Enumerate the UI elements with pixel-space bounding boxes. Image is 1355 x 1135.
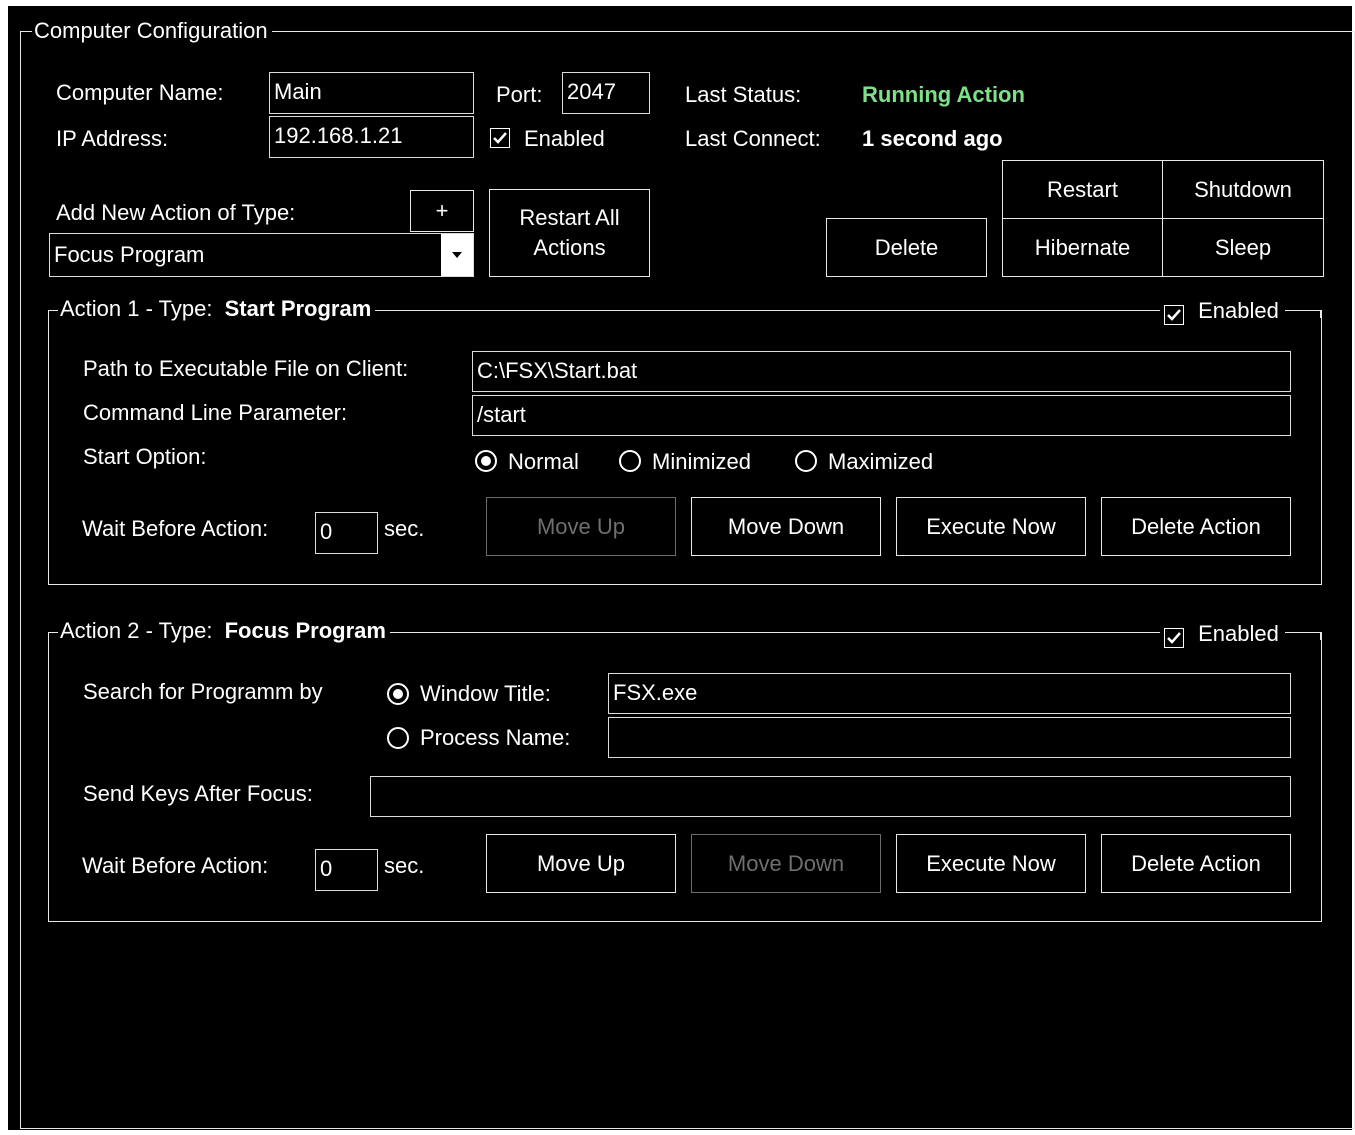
action-2-enabled-toggle[interactable]: Enabled (1160, 622, 1285, 648)
last-status-value: Running Action (862, 82, 1025, 107)
action-2-type: Focus Program (224, 618, 386, 643)
delete-computer-button[interactable]: Delete (826, 218, 987, 277)
last-status-label: Last Status: (685, 82, 802, 107)
last-connect-value: 1 second ago (862, 126, 1003, 151)
action-1-move-down-button[interactable]: Move Down (691, 497, 881, 556)
computer-enabled-checkbox[interactable] (490, 128, 510, 148)
action-2-wait-label: Wait Before Action: (82, 853, 269, 878)
action-1-wait-label: Wait Before Action: (82, 516, 269, 541)
search-by-label: Search for Programm by (83, 679, 323, 704)
action-2-tick (1320, 632, 1321, 640)
chevron-down-icon[interactable] (441, 234, 473, 276)
send-keys-input[interactable] (370, 776, 1291, 817)
action-type-selected: Focus Program (54, 242, 205, 267)
computer-name-input[interactable]: Main (269, 72, 474, 114)
start-option-minimized-label[interactable]: Minimized (652, 449, 751, 475)
action-1-delete-action-button[interactable]: Delete Action (1101, 497, 1291, 556)
start-option-normal-label[interactable]: Normal (508, 449, 579, 475)
action-2-execute-now-button[interactable]: Execute Now (896, 834, 1086, 893)
shutdown-button[interactable]: Shutdown (1162, 160, 1324, 219)
checkmark-icon (1167, 309, 1181, 321)
command-line-input[interactable]: /start (472, 395, 1291, 436)
process-name-input[interactable] (608, 717, 1291, 758)
action-2-move-up-button[interactable]: Move Up (486, 834, 676, 893)
checkmark-icon (493, 132, 507, 144)
window-title-label[interactable]: Window Title: (420, 681, 551, 707)
action-1-execute-now-button[interactable]: Execute Now (896, 497, 1086, 556)
start-option-minimized-radio[interactable] (619, 450, 641, 472)
ip-address-label: IP Address: (56, 126, 169, 151)
start-option-label: Start Option: (83, 444, 207, 469)
search-window-title-radio[interactable] (387, 683, 409, 705)
computer-name-label: Computer Name: (56, 80, 224, 105)
action-2-title: Action 2 - Type: Focus Program (58, 619, 390, 643)
group-title: Computer Configuration (32, 19, 272, 43)
add-action-button[interactable]: + (410, 190, 474, 232)
action-type-select[interactable]: Focus Program (49, 233, 474, 277)
action-1-wait-input[interactable]: 0 (315, 512, 378, 554)
command-line-label: Command Line Parameter: (83, 400, 348, 425)
action-2-title-prefix: Action 2 - Type: (60, 618, 213, 643)
action-1-title-prefix: Action 1 - Type: (60, 296, 213, 321)
action-2-wait-input[interactable]: 0 (315, 849, 378, 891)
start-option-normal-radio[interactable] (475, 450, 497, 472)
start-option-maximized-radio[interactable] (795, 450, 817, 472)
last-connect-label: Last Connect: (685, 126, 821, 151)
sleep-button[interactable]: Sleep (1162, 218, 1324, 277)
add-action-label: Add New Action of Type: (56, 200, 296, 225)
path-label: Path to Executable File on Client: (83, 356, 409, 381)
action-1-wait-unit: sec. (384, 516, 425, 541)
action-1-tick (1320, 310, 1321, 318)
start-option-maximized-label[interactable]: Maximized (828, 449, 933, 475)
process-name-label[interactable]: Process Name: (420, 725, 570, 751)
action-1-type: Start Program (224, 296, 372, 321)
action-1-title: Action 1 - Type: Start Program (58, 296, 376, 321)
port-label: Port: (496, 82, 543, 107)
restart-all-actions-button[interactable]: Restart All Actions (489, 189, 650, 277)
action-2-enabled-checkbox[interactable] (1164, 628, 1184, 648)
action-1-enabled-label[interactable]: Enabled (1198, 298, 1279, 323)
action-2-wait-unit: sec. (384, 853, 425, 878)
computer-enabled-label[interactable]: Enabled (524, 126, 605, 152)
action-2-move-down-button[interactable]: Move Down (691, 834, 881, 893)
search-process-name-radio[interactable] (387, 727, 409, 749)
send-keys-label: Send Keys After Focus: (83, 781, 313, 806)
action-2-enabled-label[interactable]: Enabled (1198, 621, 1279, 646)
action-1-enabled-checkbox[interactable] (1164, 305, 1184, 325)
action-1-move-up-button[interactable]: Move Up (486, 497, 676, 556)
action-2-delete-action-button[interactable]: Delete Action (1101, 834, 1291, 893)
checkmark-icon (1167, 632, 1181, 644)
restart-button[interactable]: Restart (1002, 160, 1163, 219)
hibernate-button[interactable]: Hibernate (1002, 218, 1163, 277)
ip-address-input[interactable]: 192.168.1.21 (269, 116, 474, 158)
path-input[interactable]: C:\FSX\Start.bat (472, 351, 1291, 392)
action-1-enabled-toggle[interactable]: Enabled (1160, 299, 1285, 325)
port-input[interactable]: 2047 (562, 72, 650, 114)
window-title-input[interactable]: FSX.exe (608, 673, 1291, 714)
